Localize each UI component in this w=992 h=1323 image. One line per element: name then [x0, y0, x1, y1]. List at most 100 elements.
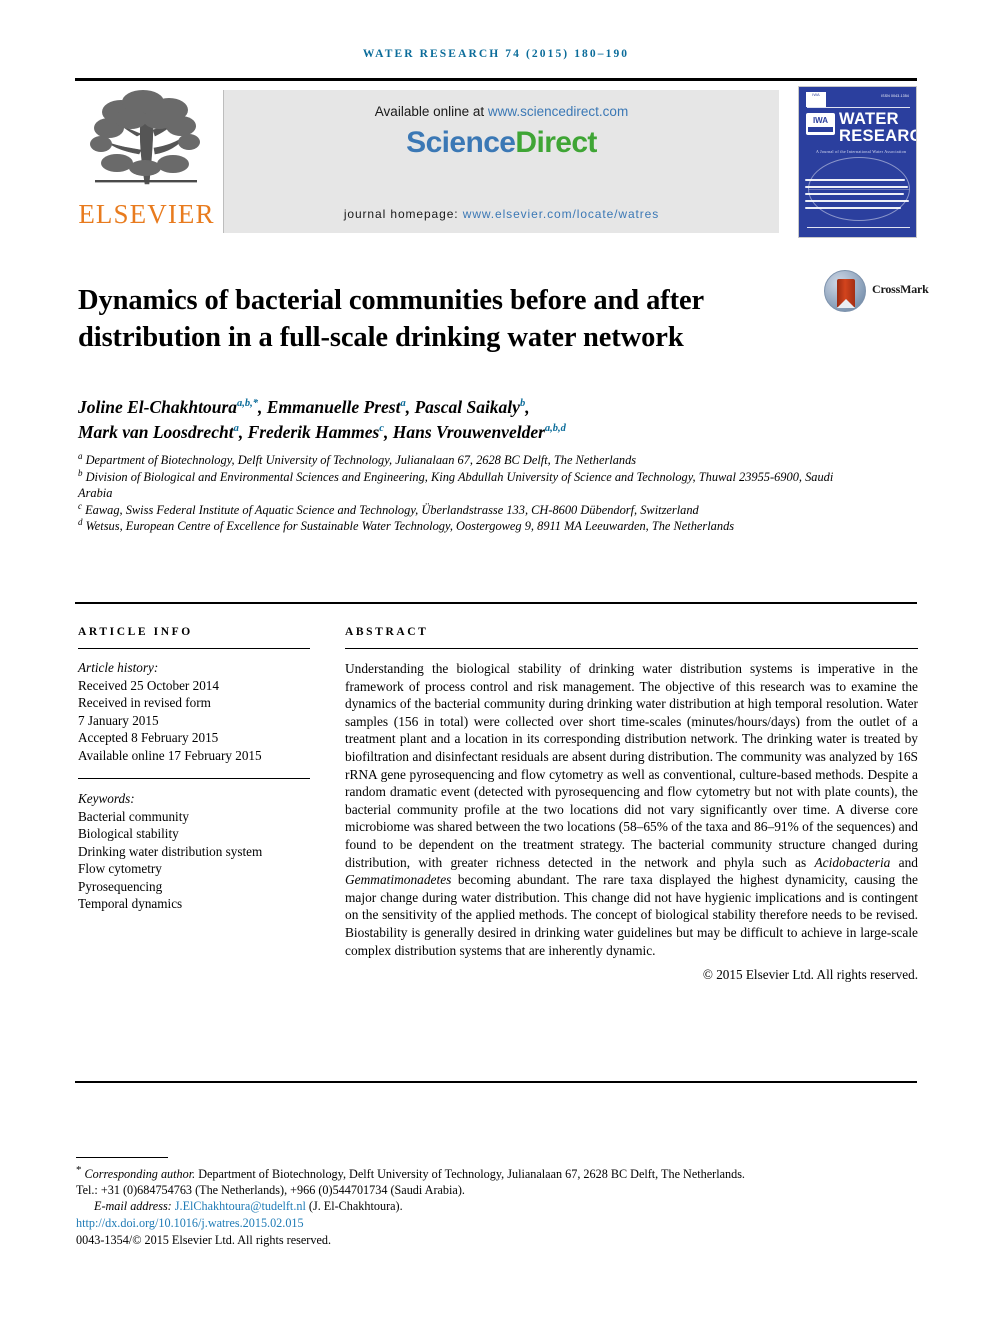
cover-wave-icon	[805, 193, 904, 195]
email-address-owner: (J. El-Chakhtoura).	[308, 1199, 403, 1214]
sciencedirect-logo[interactable]: ScienceDirect	[224, 126, 779, 160]
keyword-item[interactable]: Flow cytometry	[78, 860, 313, 878]
corresponding-author-email-line: E-mail address: J.ElChakhtoura@tudelft.n…	[76, 1198, 926, 1214]
abstract-column: Abstract Understanding the biological st…	[345, 626, 918, 983]
doi-link[interactable]: http://dx.doi.org/10.1016/j.watres.2015.…	[76, 1215, 926, 1231]
cover-wave-icon	[805, 179, 905, 181]
affiliation-list: a Department of Biotechnology, Delft Uni…	[78, 450, 868, 535]
cover-wave-icon	[805, 207, 901, 209]
author-affil-marks[interactable]: c	[379, 423, 384, 434]
keyword-item[interactable]: Drinking water distribution system	[78, 843, 313, 861]
journal-homepage-label: journal homepage:	[343, 207, 463, 221]
cover-wave-icon	[805, 200, 909, 202]
masthead: ELSEVIER Available online at www.science…	[75, 86, 917, 238]
sciencedirect-banner: Available online at www.sciencedirect.co…	[223, 90, 779, 233]
affiliation-mark: b	[78, 467, 83, 478]
elsevier-tree-icon	[90, 90, 200, 185]
cover-wave-icon	[805, 186, 908, 188]
article-info-rule	[78, 648, 310, 649]
article-history-label: Article history:	[78, 660, 159, 675]
cover-title: WATER RESEARCH	[839, 110, 916, 145]
sciencedirect-logo-science: Science	[406, 126, 516, 159]
abstract-part-2: and	[890, 854, 918, 870]
cover-issn-note: ISSN 0043-1354	[881, 94, 909, 98]
affiliation-item: d Wetsus, European Centre of Excellence …	[78, 516, 868, 535]
sciencedirect-link[interactable]: www.sciencedirect.com	[488, 104, 628, 119]
available-online-line: Available online at www.sciencedirect.co…	[224, 104, 779, 119]
author-affil-marks[interactable]: a	[400, 398, 405, 409]
article-info-heading: Article info	[78, 626, 193, 638]
keywords-rule	[78, 778, 310, 779]
elsevier-wordmark: ELSEVIER	[78, 199, 215, 229]
corresponding-author-label: Corresponding author.	[84, 1167, 196, 1181]
article-history-item: Available online 17 February 2015	[78, 747, 262, 763]
article-history-item: Received 25 October 2014	[78, 677, 219, 693]
cover-top-rule	[807, 107, 910, 108]
affiliation-item: a Department of Biotechnology, Delft Uni…	[78, 450, 868, 469]
abstract-copyright: © 2015 Elsevier Ltd. All rights reserved…	[702, 967, 918, 983]
journal-homepage-line: journal homepage: www.elsevier.com/locat…	[224, 207, 779, 221]
abstract-part-1: Understanding the biological stability o…	[345, 661, 918, 870]
author-affil-marks[interactable]: b	[520, 398, 525, 409]
corresponding-author-line: * Corresponding author. Department of Bi…	[76, 1163, 926, 1182]
email-address-label: E-mail address:	[94, 1199, 172, 1214]
crossmark-badge[interactable]: CrossMark	[824, 268, 929, 314]
article-history-item: Received in revised form	[78, 695, 211, 710]
article-first-page: Water Research 74 (2015) 180–190	[0, 0, 992, 1323]
abstract-heading: Abstract	[345, 626, 429, 638]
author-name: Mark van Loosdrecht	[78, 422, 234, 442]
keywords-label: Keywords:	[78, 791, 135, 806]
affiliation-text: Wetsus, European Centre of Excellence fo…	[85, 519, 735, 533]
journal-homepage-link[interactable]: www.elsevier.com/locate/watres	[463, 207, 659, 221]
cover-globe-icon	[808, 157, 910, 221]
footnote-rule	[76, 1157, 168, 1159]
journal-cover-thumbnail: IWA ISSN 0043-1354 WATER RESEARCH A Jour…	[798, 86, 917, 238]
keywords-block: Keywords: Bacterial community Biological…	[78, 790, 313, 913]
affiliation-text: Division of Biological and Environmental…	[78, 469, 834, 501]
author-name: Emmanuelle Prest	[266, 397, 401, 417]
cover-title-line1: WATER	[839, 110, 899, 128]
keyword-item[interactable]: Bacterial community	[78, 808, 313, 826]
author-affil-marks[interactable]: a,b,d	[545, 423, 566, 434]
affiliation-mark: d	[78, 516, 83, 527]
section-divider-top	[75, 602, 917, 604]
author-affil-marks[interactable]: a	[234, 423, 239, 434]
author-name: Pascal Saikaly	[414, 397, 520, 417]
cover-subtitle: A Journal of the International Water Ass…	[815, 149, 907, 154]
crossmark-circle-icon	[824, 270, 866, 312]
article-history: Article history: Received 25 October 201…	[78, 659, 313, 764]
keyword-item[interactable]: Biological stability	[78, 825, 313, 843]
abstract-body: Understanding the biological stability o…	[345, 660, 918, 959]
issn-copyright-line: 0043-1354/© 2015 Elsevier Ltd. All right…	[76, 1232, 331, 1247]
running-head: Water Research 74 (2015) 180–190	[362, 48, 630, 60]
crossmark-label: CrossMark	[872, 282, 929, 296]
cover-society-mark-icon: IWA	[806, 92, 826, 107]
author-name: Joline El-Chakhtoura	[78, 397, 238, 417]
abstract-taxon-gemmatimonadetes: Gemmatimonadetes	[345, 872, 452, 888]
email-address-link[interactable]: J.ElChakhtoura@tudelft.nl	[175, 1199, 306, 1213]
abstract-taxon-acidobacteria: Acidobacteria	[814, 854, 891, 870]
article-history-item: Accepted 8 February 2015	[78, 730, 219, 745]
corresponding-author-address: Department of Biotechnology, Delft Unive…	[198, 1167, 745, 1181]
top-rule	[75, 78, 917, 81]
keyword-item[interactable]: Pyrosequencing	[78, 878, 313, 896]
affiliation-mark: c	[78, 500, 82, 511]
author-affil-marks[interactable]: a,b,*	[237, 398, 258, 409]
article-info-column: Article info Article history: Received 2…	[78, 626, 313, 913]
corresponding-author-marker: *	[76, 1163, 82, 1176]
keyword-item[interactable]: Temporal dynamics	[78, 895, 313, 913]
available-online-text: Available online at	[374, 104, 488, 119]
cover-title-line2: RESEARCH	[839, 127, 916, 145]
cover-bottom-rule	[807, 227, 910, 228]
affiliation-mark: a	[78, 450, 83, 461]
affiliation-text: Eawag, Swiss Federal Institute of Aquati…	[85, 502, 699, 517]
abstract-rule	[345, 648, 918, 649]
crossmark-book-icon	[837, 279, 855, 308]
author-name: Frederik Hammes	[247, 422, 380, 442]
affiliation-text: Department of Biotechnology, Delft Unive…	[85, 453, 637, 467]
affiliation-item: b Division of Biological and Environment…	[78, 467, 868, 502]
author-name: Hans Vrouwenvelder	[392, 422, 545, 442]
author-list: Joline El-Chakhtouraa,b,*, Emmanuelle Pr…	[78, 397, 566, 442]
sciencedirect-logo-direct: Direct	[515, 126, 597, 159]
affiliation-item: c Eawag, Swiss Federal Institute of Aqua…	[78, 500, 868, 519]
